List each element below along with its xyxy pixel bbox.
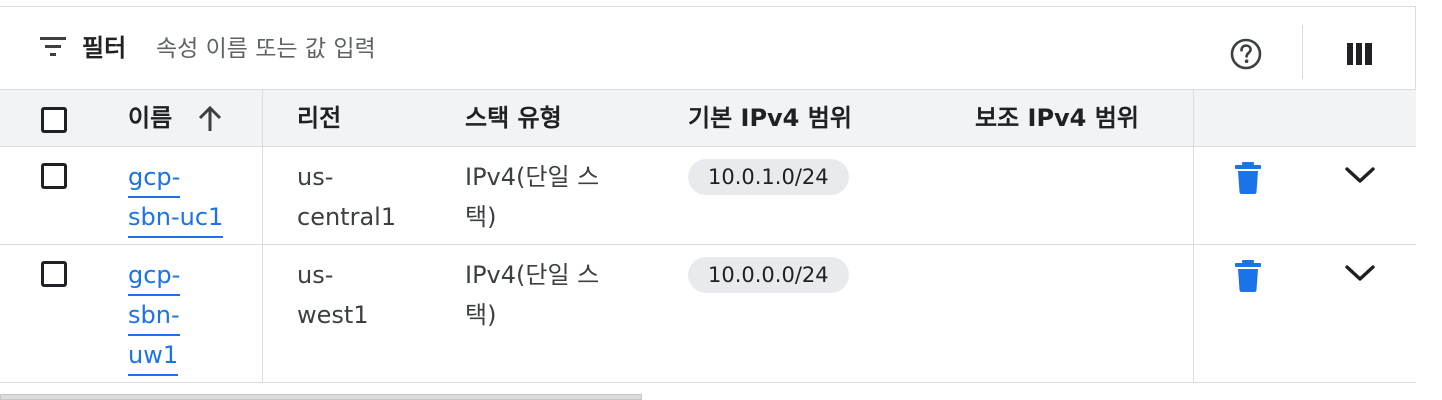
table-header-row: 이름 리전 스택 유형 기본 IPv4 범위 보조 IPv4 범위 bbox=[0, 89, 1416, 147]
region-cell: us- central1 bbox=[297, 163, 397, 231]
column-separator bbox=[262, 90, 263, 146]
table-row: gcp- sbn-uc1 us- central1 IPv4(단일 스 택) 1… bbox=[0, 147, 1416, 245]
filter-bar: 필터 bbox=[0, 6, 1416, 89]
horizontal-scrollbar[interactable] bbox=[0, 394, 642, 400]
region-cell: us- west1 bbox=[297, 261, 369, 329]
row-checkbox[interactable] bbox=[41, 163, 67, 189]
column-separator bbox=[1193, 245, 1194, 382]
row-checkbox[interactable] bbox=[41, 261, 67, 287]
column-display-icon[interactable] bbox=[1346, 41, 1374, 69]
column-separator bbox=[1193, 90, 1194, 146]
select-all-checkbox[interactable] bbox=[41, 107, 67, 133]
chevron-down-icon[interactable] bbox=[1344, 163, 1376, 187]
subnet-table-panel: 필터 이름 리전 스택 유형 기본 IPv4 범위 보조 IPv4 범위 bbox=[0, 0, 1442, 400]
table-row: gcp- sbn- uw1 us- west1 IPv4(단일 스 택) 10.… bbox=[0, 245, 1416, 383]
column-separator bbox=[1193, 147, 1194, 244]
arrow-up-icon bbox=[198, 105, 221, 131]
primary-ipv4-range-chip: 10.0.0.0/24 bbox=[688, 257, 849, 293]
column-header-name-label: 이름 bbox=[128, 104, 173, 132]
column-header-region[interactable]: 리전 bbox=[297, 90, 341, 146]
column-header-primary-ipv4-range[interactable]: 기본 IPv4 범위 bbox=[688, 90, 852, 146]
filter-icon[interactable] bbox=[40, 37, 70, 57]
chevron-down-icon[interactable] bbox=[1344, 261, 1376, 285]
trash-icon[interactable] bbox=[1233, 161, 1263, 195]
help-circle-icon[interactable] bbox=[1229, 37, 1263, 71]
trash-icon[interactable] bbox=[1233, 259, 1263, 293]
column-separator bbox=[262, 147, 263, 244]
subnet-name-link[interactable]: gcp- sbn-uc1 bbox=[128, 158, 224, 238]
subnet-name-link[interactable]: gcp- sbn- uw1 bbox=[128, 256, 181, 376]
stack-type-cell: IPv4(단일 스 택) bbox=[465, 163, 600, 231]
column-header-stack-type[interactable]: 스택 유형 bbox=[465, 90, 562, 146]
filter-input[interactable] bbox=[156, 31, 1056, 67]
column-separator bbox=[262, 245, 263, 382]
stack-type-cell: IPv4(단일 스 택) bbox=[465, 261, 600, 329]
filter-label[interactable]: 필터 bbox=[82, 33, 126, 63]
column-header-name[interactable]: 이름 bbox=[128, 90, 223, 146]
toolbar-divider bbox=[1302, 25, 1303, 79]
primary-ipv4-range-chip: 10.0.1.0/24 bbox=[688, 159, 849, 195]
column-header-secondary-ipv4-range[interactable]: 보조 IPv4 범위 bbox=[975, 90, 1139, 146]
